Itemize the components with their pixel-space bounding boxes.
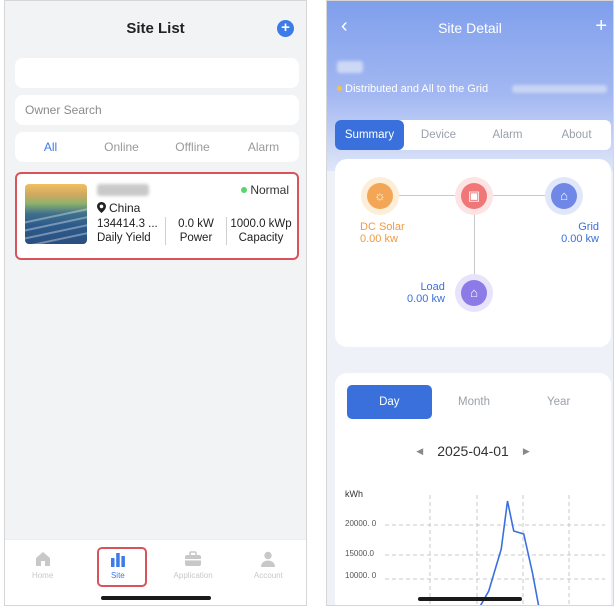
solar-label: DC Solar 0.00 kw [360, 221, 405, 245]
owner-search-input[interactable]: Owner Search [15, 95, 299, 125]
site-stats: 134414.3 ... Daily Yield 0.0 kW Power 10… [95, 217, 295, 245]
power-stat: 0.0 kW Power [165, 217, 227, 245]
site-search-input[interactable] [15, 58, 299, 88]
home-indicator [418, 597, 522, 601]
home-indicator [100, 596, 211, 600]
page-title: Site Detail [438, 20, 502, 36]
page-title: Site List [126, 20, 185, 37]
detail-tabs: Summary Device Alarm About [335, 120, 611, 150]
user-icon [261, 551, 276, 567]
capacity-stat: 1000.0 kWp Capacity [230, 218, 292, 244]
nav-account[interactable]: Account [231, 540, 306, 605]
tab-device[interactable]: Device [404, 120, 473, 150]
grid-tower-icon: ⌂ [551, 183, 577, 209]
house-icon: ⌂ [461, 280, 487, 306]
status-tabs: All Online Offline Alarm [15, 132, 299, 162]
bottom-nav: Home Site Application Account [5, 539, 306, 605]
tab-about[interactable]: About [542, 120, 611, 150]
site-detail-screen: ‹ Site Detail + Distributed and All to t… [326, 0, 614, 606]
grid-label: Grid 0.00 kw [561, 221, 599, 245]
site-thumbnail [25, 184, 87, 244]
line-chart [385, 495, 605, 605]
energy-flow-panel: ☼ ▣ ⌂ ⌂ DC Solar 0.00 kw Grid 0.00 kw Lo… [335, 159, 611, 347]
address-blurred [512, 85, 607, 93]
tab-alarm[interactable]: Alarm [228, 132, 299, 162]
inverter-icon: ▣ [461, 183, 487, 209]
tab-all[interactable]: All [15, 132, 86, 162]
plus-icon[interactable]: + [277, 20, 294, 37]
site-location: China [97, 201, 140, 215]
yield-series-line [479, 500, 540, 605]
daily-yield-stat: 134414.3 ... Daily Yield [97, 218, 158, 244]
site-type: Distributed and All to the Grid [337, 83, 488, 95]
solar-panel-icon: ☼ [367, 183, 393, 209]
site-card[interactable]: Normal China 134414.3 ... Daily Yield 0.… [15, 172, 299, 260]
tab-offline[interactable]: Offline [157, 132, 228, 162]
site-name-blurred [97, 184, 149, 196]
owner-search-placeholder: Owner Search [25, 103, 102, 117]
briefcase-icon [185, 551, 202, 566]
tab-alarm[interactable]: Alarm [473, 120, 542, 150]
location-pin-icon [97, 202, 106, 213]
load-label: Load 0.00 kw [407, 281, 445, 305]
tab-online[interactable]: Online [86, 132, 157, 162]
tab-summary[interactable]: Summary [335, 120, 404, 150]
solar-node[interactable]: ☼ [361, 177, 399, 215]
plus-icon[interactable]: + [595, 15, 607, 38]
status-badge: Normal [241, 183, 289, 197]
site-name-blurred [337, 61, 363, 73]
home-icon [35, 552, 50, 566]
header: Site List + [5, 1, 306, 57]
yield-chart-panel: Day Month Year ◀ 2025-04-01 ▶ kWh 20000. 0… [335, 373, 611, 605]
load-node[interactable]: ⌂ [455, 274, 493, 312]
nav-home[interactable]: Home [5, 540, 80, 605]
inverter-node[interactable]: ▣ [455, 177, 493, 215]
grid-node[interactable]: ⌂ [545, 177, 583, 215]
site-list-screen: Site List + Owner Search All Online Offl… [4, 0, 307, 606]
